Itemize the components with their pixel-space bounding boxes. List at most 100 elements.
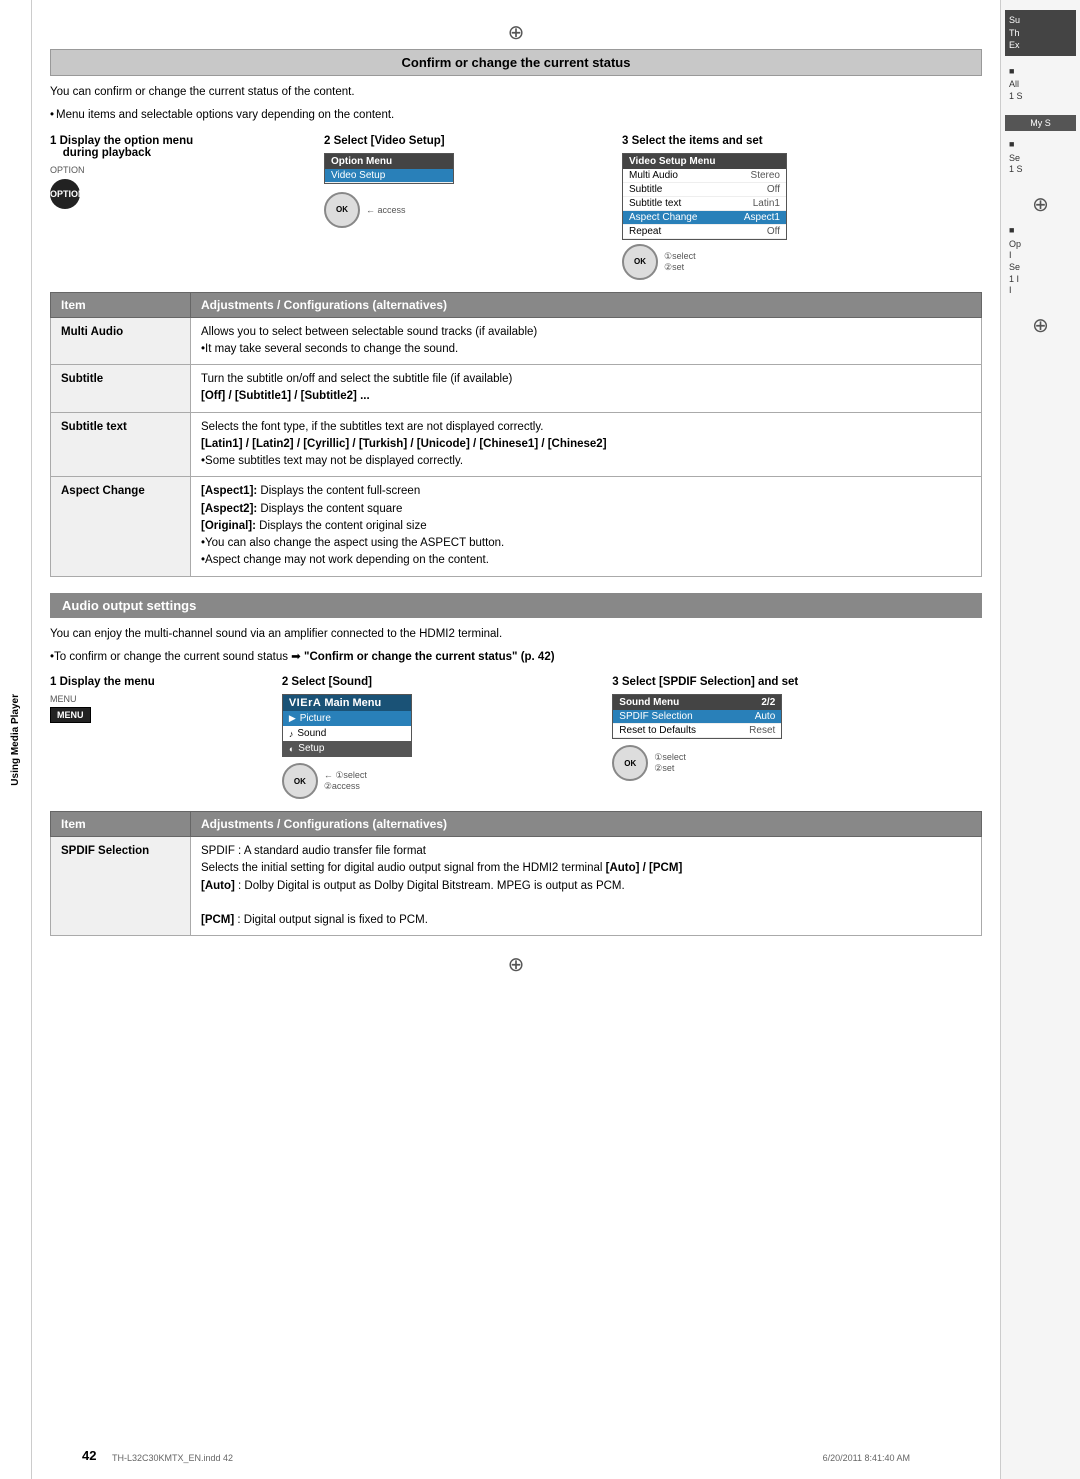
- table2-col1: Item: [51, 812, 191, 837]
- ok-button-step3[interactable]: [622, 244, 658, 280]
- video-setup-menu-title: Video Setup Menu: [623, 154, 786, 169]
- compass-bottom: ⊕: [50, 952, 982, 977]
- page-container: Using Media Player ⊕ Confirm or change t…: [0, 0, 1080, 1479]
- section1-intro1: You can confirm or change the current st…: [50, 84, 982, 101]
- viera-menu-title: VIErA Main Menu: [283, 695, 411, 711]
- config-table-1: Item Adjustments / Configurations (alter…: [50, 292, 982, 577]
- step2-s3-title: 3 Select [SPDIF Selection] and set: [612, 676, 982, 688]
- desc-subtitle: Turn the subtitle on/off and select the …: [191, 365, 982, 413]
- step2-s3-nav: ①select ②set: [612, 745, 982, 781]
- right-sidebar-block-2: ■ All1 S: [1005, 62, 1076, 107]
- step2-s2-nav: ← ①select ②access: [282, 763, 602, 799]
- video-menu-row-0: Multi AudioStereo: [623, 169, 786, 183]
- item-multi-audio: Multi Audio: [51, 317, 191, 365]
- right-sidebar-text-4: OpISe1 II: [1009, 239, 1072, 297]
- menu-button[interactable]: MENU: [50, 707, 91, 723]
- viera-setup-item: ◐ Setup: [283, 741, 411, 756]
- right-sidebar-marker3: ■: [1009, 225, 1072, 237]
- item-subtitle: Subtitle: [51, 365, 191, 413]
- config-table-2: Item Adjustments / Configurations (alter…: [50, 811, 982, 936]
- spdif-selection-row: SPDIF SelectionAuto: [613, 710, 781, 724]
- video-menu-row-3: Aspect ChangeAspect1: [623, 211, 786, 225]
- item-subtitle-text: Subtitle text: [51, 412, 191, 477]
- video-menu-row-1: SubtitleOff: [623, 183, 786, 197]
- right-sidebar-text-3: Se1 S: [1009, 153, 1072, 176]
- table1-col1: Item: [51, 292, 191, 317]
- step2-s1-block: 1 Display the menu MENU MENU: [50, 676, 272, 723]
- option-button[interactable]: OPTION: [50, 179, 80, 209]
- reset-defaults-row: Reset to DefaultsReset: [613, 724, 781, 738]
- step2-s1-visual: MENU MENU: [50, 694, 272, 723]
- step3-labels: ①select ②set: [664, 251, 696, 273]
- step3-visual: Video Setup Menu Multi AudioStereo Subti…: [622, 153, 982, 240]
- video-menu-row-2: Subtitle textLatin1: [623, 197, 786, 211]
- viera-menu-box: VIErA Main Menu ▶ Picture ♪ Sound ◐ Setu…: [282, 694, 412, 757]
- step3-block: 3 Select the items and set Video Setup M…: [622, 135, 982, 280]
- access-label: ← access: [366, 205, 406, 215]
- sound-menu-header: Sound Menu2/2: [613, 695, 781, 710]
- step1-visual: OPTION OPTION: [50, 165, 314, 209]
- option-menu-item: Video Setup: [325, 169, 453, 183]
- video-setup-menu-box: Video Setup Menu Multi AudioStereo Subti…: [622, 153, 787, 240]
- right-sidebar-marker2: ■: [1009, 139, 1072, 151]
- viera-sound-item: ♪ Sound: [283, 726, 411, 741]
- step2-s1-title: 1 Display the menu: [50, 676, 272, 688]
- left-sidebar: Using Media Player: [0, 0, 32, 1479]
- section2-intro2: •To confirm or change the current sound …: [50, 649, 982, 666]
- section2-intro1: You can enjoy the multi-channel sound vi…: [50, 626, 982, 643]
- desc-subtitle-text: Selects the font type, if the subtitles …: [191, 412, 982, 477]
- desc-spdif: SPDIF : A standard audio transfer file f…: [191, 837, 982, 936]
- step2-s2-visual: VIErA Main Menu ▶ Picture ♪ Sound ◐ Setu…: [282, 694, 602, 757]
- table-row: Subtitle Turn the subtitle on/off and se…: [51, 365, 982, 413]
- steps-row-1: 1 Display the option menu during playbac…: [50, 135, 982, 280]
- section2: Audio output settings You can enjoy the …: [50, 593, 982, 937]
- step2-s3-block: 3 Select [SPDIF Selection] and set Sound…: [612, 676, 982, 781]
- item-aspect-change: Aspect Change: [51, 477, 191, 576]
- right-sidebar-text-2: All1 S: [1009, 79, 1072, 102]
- desc-aspect-change: [Aspect1]: Displays the content full-scr…: [191, 477, 982, 576]
- table-row: Subtitle text Selects the font type, if …: [51, 412, 982, 477]
- menu-label: MENU: [50, 694, 272, 704]
- video-menu-row-4: RepeatOff: [623, 225, 786, 239]
- step2-s2-labels: ← ①select ②access: [324, 770, 367, 792]
- ok-button-s2[interactable]: [282, 763, 318, 799]
- table2-col2: Adjustments / Configurations (alternativ…: [191, 812, 982, 837]
- right-sidebar: SuThEx ■ All1 S My S ■ Se1 S ⊕ ■ OpISe1 …: [1000, 0, 1080, 1479]
- right-sidebar-text-1: SuThEx: [1009, 14, 1072, 52]
- main-content: ⊕ Confirm or change the current status Y…: [32, 0, 1000, 1479]
- step1-block: 1 Display the option menu during playbac…: [50, 135, 314, 209]
- step1-title: 1 Display the option menu during playbac…: [50, 135, 314, 159]
- section1-intro2: •Menu items and selectable options vary …: [50, 107, 982, 124]
- step2-s2-block: 2 Select [Sound] VIErA Main Menu ▶ Pictu…: [282, 676, 602, 799]
- footer-file: TH-L32C30KMTX_EN.indd 42: [112, 1453, 233, 1463]
- section1: Confirm or change the current status You…: [50, 49, 982, 577]
- footer-date: 6/20/2011 8:41:40 AM: [823, 1453, 910, 1463]
- right-sidebar-block-3: ■ Se1 S: [1005, 135, 1076, 180]
- step2-visual: Option Menu Video Setup: [324, 153, 612, 184]
- table1-col2: Adjustments / Configurations (alternativ…: [191, 292, 982, 317]
- compass-right: ⊕: [1032, 192, 1049, 217]
- step3-title: 3 Select the items and set: [622, 135, 982, 147]
- table-row: Aspect Change [Aspect1]: Displays the co…: [51, 477, 982, 576]
- table-row: Multi Audio Allows you to select between…: [51, 317, 982, 365]
- step2-s3-visual: Sound Menu2/2 SPDIF SelectionAuto Reset …: [612, 694, 982, 739]
- table-row: SPDIF Selection SPDIF : A standard audio…: [51, 837, 982, 936]
- desc-multi-audio: Allows you to select between selectable …: [191, 317, 982, 365]
- step3-nav: ①select ②set: [622, 244, 982, 280]
- viera-picture-item: ▶ Picture: [283, 711, 411, 726]
- steps-row-2: 1 Display the menu MENU MENU 2 Select [S…: [50, 676, 982, 799]
- page-number: 42: [82, 1448, 96, 1463]
- right-sidebar-my-s: My S: [1005, 115, 1076, 131]
- sidebar-label: Using Media Player: [10, 694, 21, 786]
- step2-s2-title: 2 Select [Sound]: [282, 676, 602, 688]
- right-sidebar-block-4: ■ OpISe1 II: [1005, 221, 1076, 301]
- compass-top: ⊕: [50, 20, 982, 45]
- right-sidebar-marker: ■: [1009, 66, 1072, 78]
- ok-button-s3[interactable]: [612, 745, 648, 781]
- step2-nav: ← access: [324, 192, 612, 228]
- sound-menu-box: Sound Menu2/2 SPDIF SelectionAuto Reset …: [612, 694, 782, 739]
- step2-s3-labels: ①select ②set: [654, 752, 686, 774]
- item-spdif: SPDIF Selection: [51, 837, 191, 936]
- section2-title: Audio output settings: [50, 593, 982, 618]
- ok-button-step2[interactable]: [324, 192, 360, 228]
